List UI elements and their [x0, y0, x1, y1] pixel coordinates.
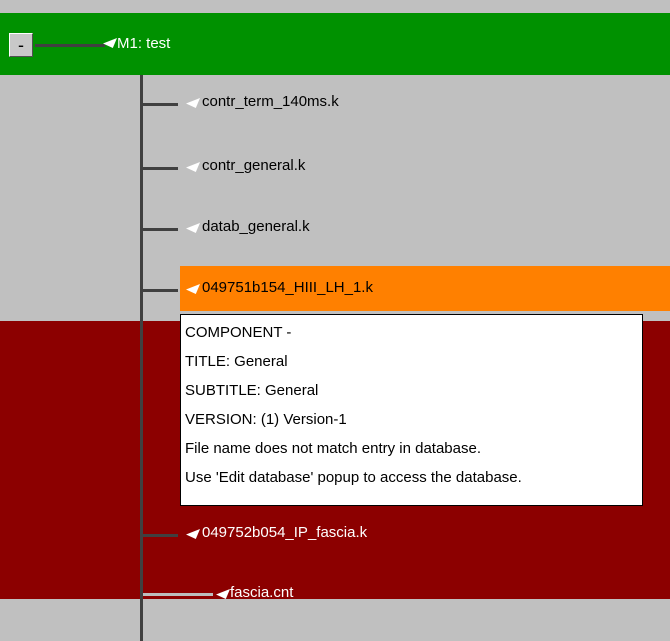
tree-node-label[interactable]: contr_term_140ms.k: [202, 93, 339, 110]
root-node-label[interactable]: M1: test: [117, 35, 170, 52]
collapse-button[interactable]: -: [9, 33, 33, 57]
branch-line-1: [143, 103, 178, 106]
tooltip-line: Use 'Edit database' popup to access the …: [185, 469, 522, 486]
root-connector-line: [35, 44, 105, 47]
tree-node-label[interactable]: fascia.cnt: [230, 584, 293, 601]
file-icon: [186, 162, 200, 172]
branch-line-4: [143, 289, 178, 292]
tree-trunk-line: [140, 75, 143, 641]
tree-node-label[interactable]: datab_general.k: [202, 218, 310, 235]
branch-line-6: [143, 593, 213, 596]
tree-node-label-selected[interactable]: 049751b154_HIII_LH_1.k: [202, 279, 373, 296]
branch-line-3: [143, 228, 178, 231]
tree-node-label[interactable]: contr_general.k: [202, 157, 305, 174]
branch-line-5: [143, 534, 178, 537]
tooltip-line: SUBTITLE: General: [185, 382, 319, 399]
file-icon: [186, 223, 200, 233]
tooltip-line: File name does not match entry in databa…: [185, 440, 482, 457]
tooltip-line: TITLE: General: [185, 353, 288, 370]
tooltip-popup: COMPONENT - TITLE: General SUBTITLE: Gen…: [180, 314, 643, 506]
tooltip-line: VERSION: (1) Version-1: [185, 411, 347, 428]
branch-line-2: [143, 167, 178, 170]
tree-node-label[interactable]: 049752b054_IP_fascia.k: [202, 524, 367, 541]
file-icon: [186, 98, 200, 108]
tooltip-line: COMPONENT -: [185, 324, 292, 341]
